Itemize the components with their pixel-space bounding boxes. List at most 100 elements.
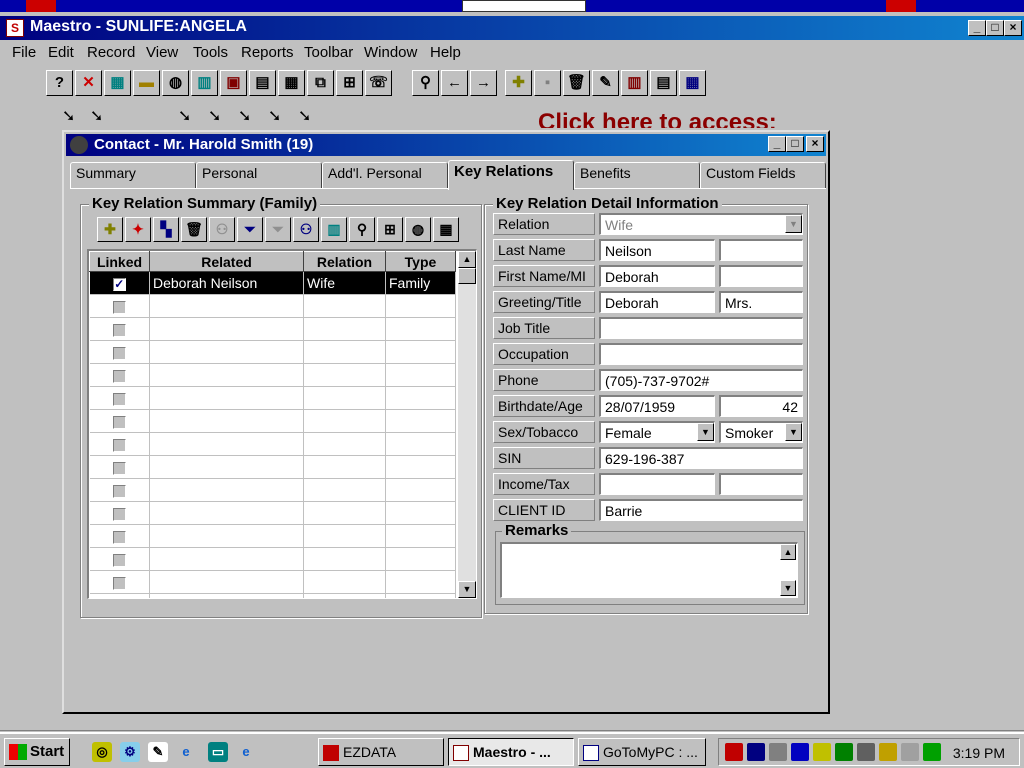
quicklaunch-3-icon[interactable]: ✎ — [148, 742, 168, 762]
type-cell[interactable] — [385, 340, 456, 364]
menu-edit[interactable]: Edit — [48, 44, 74, 61]
cancel-icon[interactable]: ✕ — [75, 70, 102, 96]
relation-cell[interactable] — [303, 363, 386, 387]
tray-icon[interactable] — [769, 743, 787, 761]
add-relation-icon[interactable]: ✚ — [97, 217, 123, 242]
related-cell[interactable] — [149, 570, 304, 594]
menu-window[interactable]: Window — [364, 44, 417, 61]
tab-benefits[interactable]: Benefits — [574, 162, 700, 188]
related-cell[interactable] — [149, 593, 304, 598]
table-row[interactable] — [89, 501, 456, 525]
table-row[interactable] — [89, 409, 456, 433]
type-cell[interactable] — [385, 478, 456, 502]
org-icon[interactable]: ⊞ — [336, 70, 363, 96]
linked-checkbox[interactable] — [112, 300, 126, 314]
add-icon[interactable]: ✚ — [505, 70, 532, 96]
type-cell[interactable] — [385, 593, 456, 598]
linked-cell[interactable] — [89, 593, 150, 598]
relation-cell[interactable] — [303, 317, 386, 341]
ie-icon[interactable]: e — [236, 742, 256, 762]
globe-icon[interactable]: ◍ — [162, 70, 189, 96]
calendar-icon[interactable]: ▤ — [249, 70, 276, 96]
middle-initial-field[interactable] — [719, 265, 803, 287]
linked-checkbox[interactable] — [112, 484, 126, 498]
scroll-down-icon[interactable]: ▼ — [458, 581, 476, 598]
copy-icon[interactable]: ⧉ — [307, 70, 334, 96]
related-cell[interactable] — [149, 432, 304, 456]
occupation-field[interactable] — [599, 343, 803, 365]
menu-file[interactable]: File — [12, 44, 36, 61]
type-cell[interactable]: Family — [385, 271, 456, 295]
linked-cell[interactable] — [89, 294, 150, 318]
menu-help[interactable]: Help — [430, 44, 461, 61]
mypc-icon[interactable] — [923, 743, 941, 761]
minimize-button[interactable]: _ — [968, 20, 986, 36]
network-icon[interactable] — [857, 743, 875, 761]
relation-cell[interactable] — [303, 524, 386, 548]
trash-icon[interactable]: 🗑 — [181, 217, 207, 242]
maximize-button[interactable]: □ — [986, 20, 1004, 36]
table-row[interactable] — [89, 593, 456, 598]
linked-cell[interactable] — [89, 547, 150, 571]
relation-cell[interactable] — [303, 340, 386, 364]
first-name-field[interactable]: Deborah — [599, 265, 715, 287]
list-icon[interactable]: ▦ — [278, 70, 305, 96]
type-cell[interactable] — [385, 363, 456, 387]
ruler-icon[interactable]: ▬ — [133, 70, 160, 96]
desktop-icon[interactable]: ▭ — [208, 742, 228, 762]
sin-field[interactable]: 629-196-387 — [599, 447, 803, 469]
sex-dropdown-icon[interactable]: ▼ — [697, 423, 714, 441]
trash-icon[interactable]: 🗑 — [563, 70, 590, 96]
menu-view[interactable]: View — [146, 44, 178, 61]
last-name-extra-field[interactable] — [719, 239, 803, 261]
tab-key-relations[interactable]: Key Relations — [448, 160, 574, 190]
shield-icon[interactable] — [747, 743, 765, 761]
related-cell[interactable] — [149, 455, 304, 479]
linked-checkbox[interactable] — [112, 553, 126, 567]
color-block-icon[interactable]: ▚ — [153, 217, 179, 242]
tray-icon[interactable] — [813, 743, 831, 761]
tray-icon[interactable] — [901, 743, 919, 761]
linked-cell[interactable] — [89, 432, 150, 456]
last-name-field[interactable]: Neilson — [599, 239, 715, 261]
type-cell[interactable] — [385, 317, 456, 341]
tax-field[interactable] — [719, 473, 803, 495]
scroll-up-icon[interactable]: ▲ — [458, 251, 476, 268]
task-ezdata[interactable]: EZDATA — [318, 738, 444, 766]
grid-scrollbar[interactable]: ▲ ▼ — [458, 251, 476, 598]
start-button[interactable]: Start — [4, 738, 70, 766]
type-cell[interactable] — [385, 547, 456, 571]
link-icon[interactable]: ✦ — [125, 217, 151, 242]
linked-checkbox[interactable] — [112, 530, 126, 544]
tray-icon[interactable] — [879, 743, 897, 761]
income-field[interactable] — [599, 473, 715, 495]
columns-icon[interactable]: ▥ — [621, 70, 648, 96]
linked-cell[interactable] — [89, 363, 150, 387]
tray-icon[interactable] — [725, 743, 743, 761]
menu-toolbar[interactable]: Toolbar — [304, 44, 353, 61]
relation-cell[interactable] — [303, 570, 386, 594]
table-icon[interactable]: ▦ — [433, 217, 459, 242]
linked-checkbox[interactable] — [112, 415, 126, 429]
menu-reports[interactable]: Reports — [241, 44, 294, 61]
related-cell[interactable] — [149, 294, 304, 318]
relation-select[interactable]: Wife — [599, 213, 803, 235]
table-row[interactable] — [89, 455, 456, 479]
org-icon[interactable]: ⊞ — [377, 217, 403, 242]
linked-cell[interactable] — [89, 455, 150, 479]
linked-checkbox[interactable] — [112, 507, 126, 521]
contact-minimize-button[interactable]: _ — [768, 136, 786, 152]
chart-icon[interactable]: ▥ — [321, 217, 347, 242]
linked-cell[interactable]: ✓ — [89, 271, 150, 295]
relation-cell[interactable] — [303, 593, 386, 598]
type-cell[interactable] — [385, 409, 456, 433]
relation-cell[interactable] — [303, 409, 386, 433]
col-type[interactable]: Type — [385, 251, 456, 272]
contact-maximize-button[interactable]: □ — [786, 136, 804, 152]
relation-dropdown-icon[interactable]: ▼ — [785, 215, 802, 233]
age-field[interactable]: 42 — [719, 395, 803, 417]
type-cell[interactable] — [385, 386, 456, 410]
link-text-partial[interactable]: ▬▬ ▬▬▬ ▬▬▬▬▬ — [364, 120, 512, 128]
birthdate-field[interactable]: 28/07/1959 — [599, 395, 715, 417]
task-gotomypc[interactable]: GoToMyPC : ... — [578, 738, 706, 766]
